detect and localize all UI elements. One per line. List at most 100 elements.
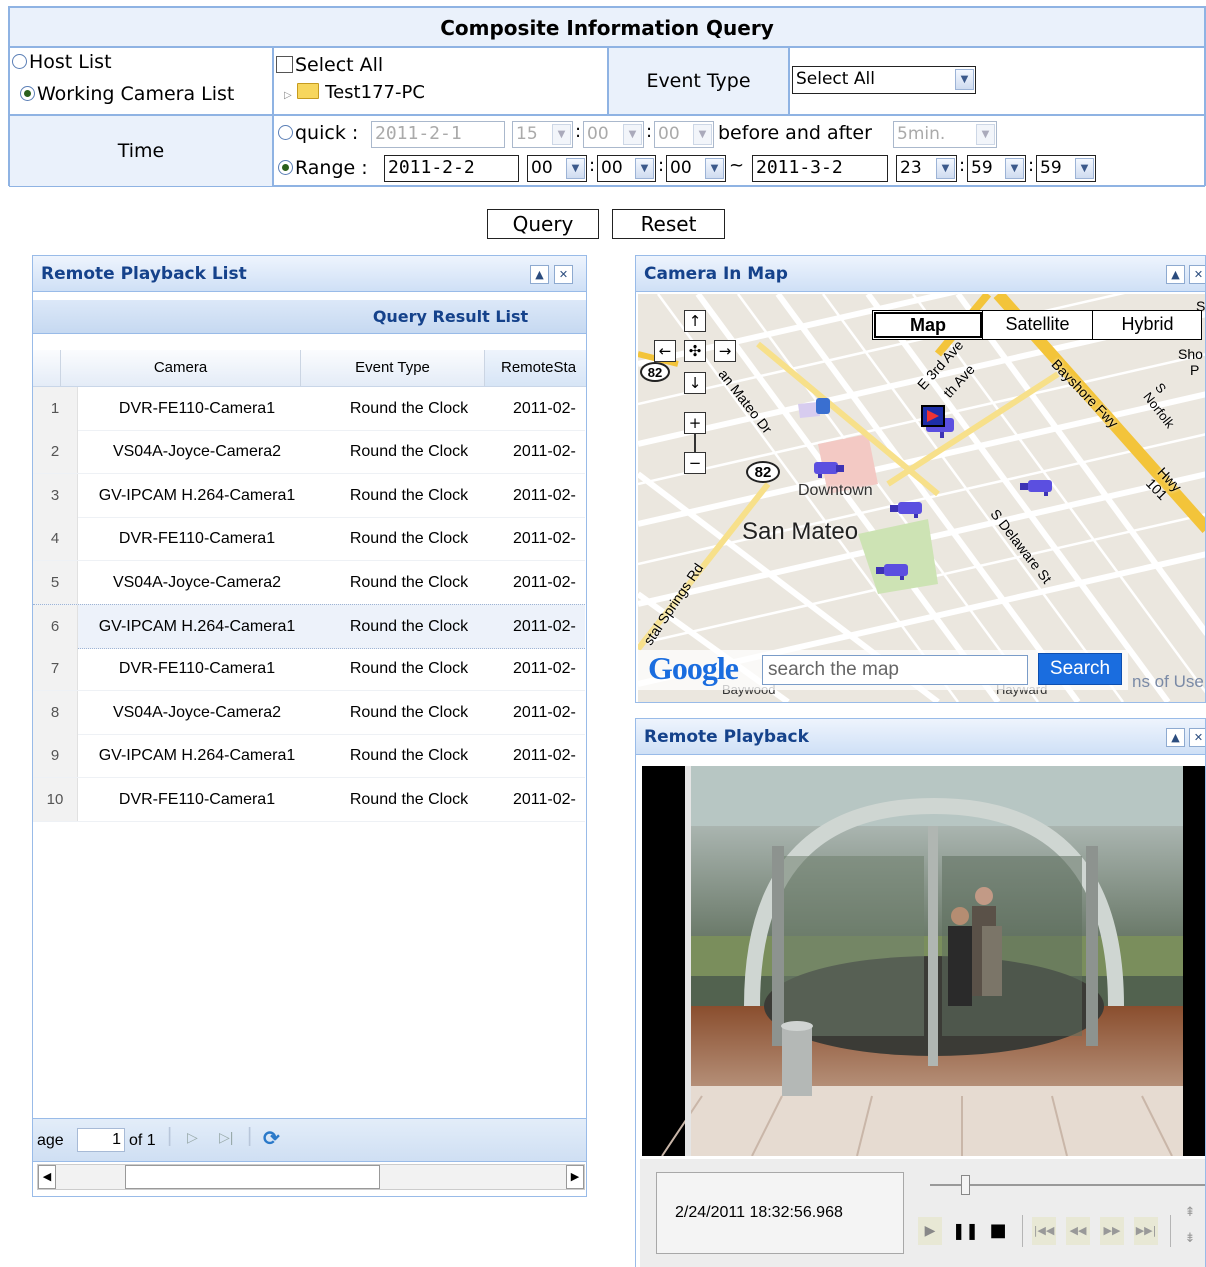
speed-up-icon[interactable]: ⇞ xyxy=(1180,1205,1200,1225)
event-type-select[interactable]: Select All ▼ xyxy=(792,66,976,94)
fast-forward-icon[interactable]: ▶▶ xyxy=(1100,1217,1124,1245)
range-end-date-input[interactable]: 2011-3-2 xyxy=(752,155,888,182)
horizontal-scrollbar[interactable]: ◀ ▶ xyxy=(37,1164,585,1190)
map-canvas[interactable]: San Mateo Downtown 82 82 E 3rd Ave th Av… xyxy=(638,294,1205,702)
video-frame[interactable] xyxy=(642,766,1205,1156)
scroll-thumb[interactable] xyxy=(125,1165,380,1189)
camera-marker-active[interactable] xyxy=(920,404,962,440)
play-icon[interactable]: ▶ xyxy=(918,1217,942,1245)
quick-date-input[interactable]: 2011-2-1 xyxy=(371,121,505,148)
pan-down-icon[interactable]: ↓ xyxy=(684,372,706,394)
refresh-icon[interactable]: ⟳ xyxy=(263,1126,280,1151)
table-row[interactable]: 4 DVR-FE110-Camera1 Round the Clock 2011-02… xyxy=(33,517,585,562)
collapse-icon[interactable]: ▲ xyxy=(1166,728,1185,747)
range-radio[interactable]: Range : xyxy=(278,157,368,179)
table-row[interactable]: 2 VS04A-Joyce-Camera2 Round the Clock 2011-… xyxy=(33,430,585,475)
range-end-hour-select[interactable]: 23 ▼ xyxy=(896,155,957,182)
zoom-in-icon[interactable]: + xyxy=(684,412,706,434)
quick-label: quick : xyxy=(295,122,359,144)
colon: : xyxy=(959,155,966,176)
terms-of-use-link[interactable]: ns of Use xyxy=(1132,672,1204,692)
chevron-down-icon: ▼ xyxy=(552,124,571,145)
page-number-input[interactable]: 1 xyxy=(77,1128,125,1152)
reset-button[interactable]: Reset xyxy=(612,209,725,239)
speed-down-icon[interactable]: ⇟ xyxy=(1180,1231,1200,1251)
tree-node-test177[interactable]: ▷ Test177-PC xyxy=(284,82,425,103)
zoom-out-icon[interactable]: − xyxy=(684,452,706,474)
next-page-icon[interactable]: ▷ xyxy=(187,1129,198,1146)
quick-span-select[interactable]: 5min. ▼ xyxy=(893,121,997,148)
select-all-checkbox[interactable]: Select All xyxy=(276,54,383,76)
map-search-input[interactable]: search the map xyxy=(762,655,1028,685)
quick-minute-select[interactable]: 00 ▼ xyxy=(583,121,644,148)
cell-camera: GV-IPCAM H.264-Camera1 xyxy=(98,747,296,765)
table-row[interactable]: 9 GV-IPCAM H.264-Camera1 Round the Clock 20… xyxy=(33,734,585,779)
range-start-second-select[interactable]: 00 ▼ xyxy=(666,155,726,182)
zoom-slider-track[interactable] xyxy=(694,434,696,452)
table-row[interactable]: 8 VS04A-Joyce-Camera2 Round the Clock 2011-… xyxy=(33,690,585,735)
first-frame-icon[interactable]: |◀◀ xyxy=(1032,1217,1056,1245)
working-camera-radio[interactable]: Working Camera List xyxy=(20,83,234,105)
close-icon[interactable]: ✕ xyxy=(1189,728,1205,747)
row-number: 10 xyxy=(33,777,78,821)
quick-second-value: 00 xyxy=(658,124,680,144)
pause-icon[interactable]: ❚❚ xyxy=(952,1217,979,1245)
page-label: age xyxy=(37,1132,64,1149)
table-row[interactable]: 1 DVR-FE110-Camera1 Round the Clock 2011-02… xyxy=(33,387,585,431)
quick-hour-select[interactable]: 15 ▼ xyxy=(512,121,573,148)
column-header-remote-start[interactable]: RemoteSta xyxy=(485,350,586,386)
range-start-hour-select[interactable]: 00 ▼ xyxy=(527,155,587,182)
range-end-minute-select[interactable]: 59 ▼ xyxy=(967,155,1026,182)
pan-center-icon[interactable]: ✣ xyxy=(684,340,706,362)
cell-remote-start: 2011-02- xyxy=(513,486,576,504)
scroll-left-icon[interactable]: ◀ xyxy=(38,1165,56,1189)
table-row[interactable]: 10 DVR-FE110-Camera1 Round the Clock 2011-0… xyxy=(33,777,585,822)
quick-second-select[interactable]: 00 ▼ xyxy=(654,121,714,148)
map-type-hybrid-button[interactable]: Hybrid xyxy=(1092,310,1202,340)
column-header-event-type[interactable]: Event Type xyxy=(301,350,485,386)
separator: | xyxy=(247,1125,253,1147)
query-button[interactable]: Query xyxy=(487,209,599,239)
camera-marker[interactable] xyxy=(1020,478,1054,496)
colon: : xyxy=(1028,155,1035,176)
last-page-icon[interactable]: ▷| xyxy=(219,1129,233,1146)
quick-radio[interactable]: quick : xyxy=(278,122,358,144)
playback-seek-track[interactable] xyxy=(930,1184,1205,1186)
camera-marker[interactable] xyxy=(876,562,910,580)
event-type-value: Select All xyxy=(796,69,875,89)
map-type-map-button[interactable]: Map xyxy=(874,312,982,338)
pan-up-icon[interactable]: ↑ xyxy=(684,310,706,332)
table-row[interactable]: 5 VS04A-Joyce-Camera2 Round the Clock 2011-… xyxy=(33,560,585,605)
row-number: 9 xyxy=(33,734,78,778)
table-row[interactable]: 7 DVR-FE110-Camera1 Round the Clock 2011-02… xyxy=(33,647,585,692)
last-frame-icon[interactable]: ▶▶| xyxy=(1134,1217,1158,1245)
tree-expand-icon[interactable]: ▷ xyxy=(284,90,292,101)
range-start-minute-select[interactable]: 00 ▼ xyxy=(597,155,656,182)
close-icon[interactable]: ✕ xyxy=(554,265,573,284)
column-header-camera[interactable]: Camera xyxy=(61,350,301,386)
table-row[interactable]: 6 GV-IPCAM H.264-Camera1 Round the Clock 20… xyxy=(33,604,585,649)
pan-left-icon[interactable]: ← xyxy=(654,340,676,362)
pan-right-icon[interactable]: → xyxy=(714,340,736,362)
collapse-icon[interactable]: ▲ xyxy=(530,265,549,284)
map-search-button[interactable]: Search xyxy=(1038,653,1122,685)
host-list-radio[interactable]: Host List xyxy=(12,51,112,73)
cell-camera: VS04A-Joyce-Camera2 xyxy=(112,443,282,461)
stop-icon[interactable]: ■ xyxy=(986,1217,1010,1245)
radio-selected-icon xyxy=(278,160,293,175)
table-row[interactable]: 3 GV-IPCAM H.264-Camera1 Round the Clock 20… xyxy=(33,473,585,518)
chevron-down-icon: ▼ xyxy=(566,158,585,179)
rewind-icon[interactable]: ◀◀ xyxy=(1066,1217,1090,1245)
chevron-down-icon: ▼ xyxy=(955,69,974,90)
range-start-date-input[interactable]: 2011-2-2 xyxy=(384,155,519,182)
close-icon[interactable]: ✕ xyxy=(1189,265,1205,284)
scroll-right-icon[interactable]: ▶ xyxy=(566,1165,584,1189)
collapse-icon[interactable]: ▲ xyxy=(1166,265,1185,284)
playback-seek-thumb[interactable] xyxy=(961,1175,970,1195)
range-end-second-select[interactable]: 59 ▼ xyxy=(1036,155,1096,182)
camera-marker[interactable] xyxy=(890,500,924,518)
map-type-satellite-button[interactable]: Satellite xyxy=(982,310,1092,340)
playback-controls: 2/24/2011 18:32:56.968 ▶ ❚❚ ■ |◀◀ ◀◀ ▶▶ … xyxy=(640,1159,1205,1267)
before-after-label: before and after xyxy=(718,122,872,144)
camera-marker[interactable] xyxy=(812,460,846,478)
